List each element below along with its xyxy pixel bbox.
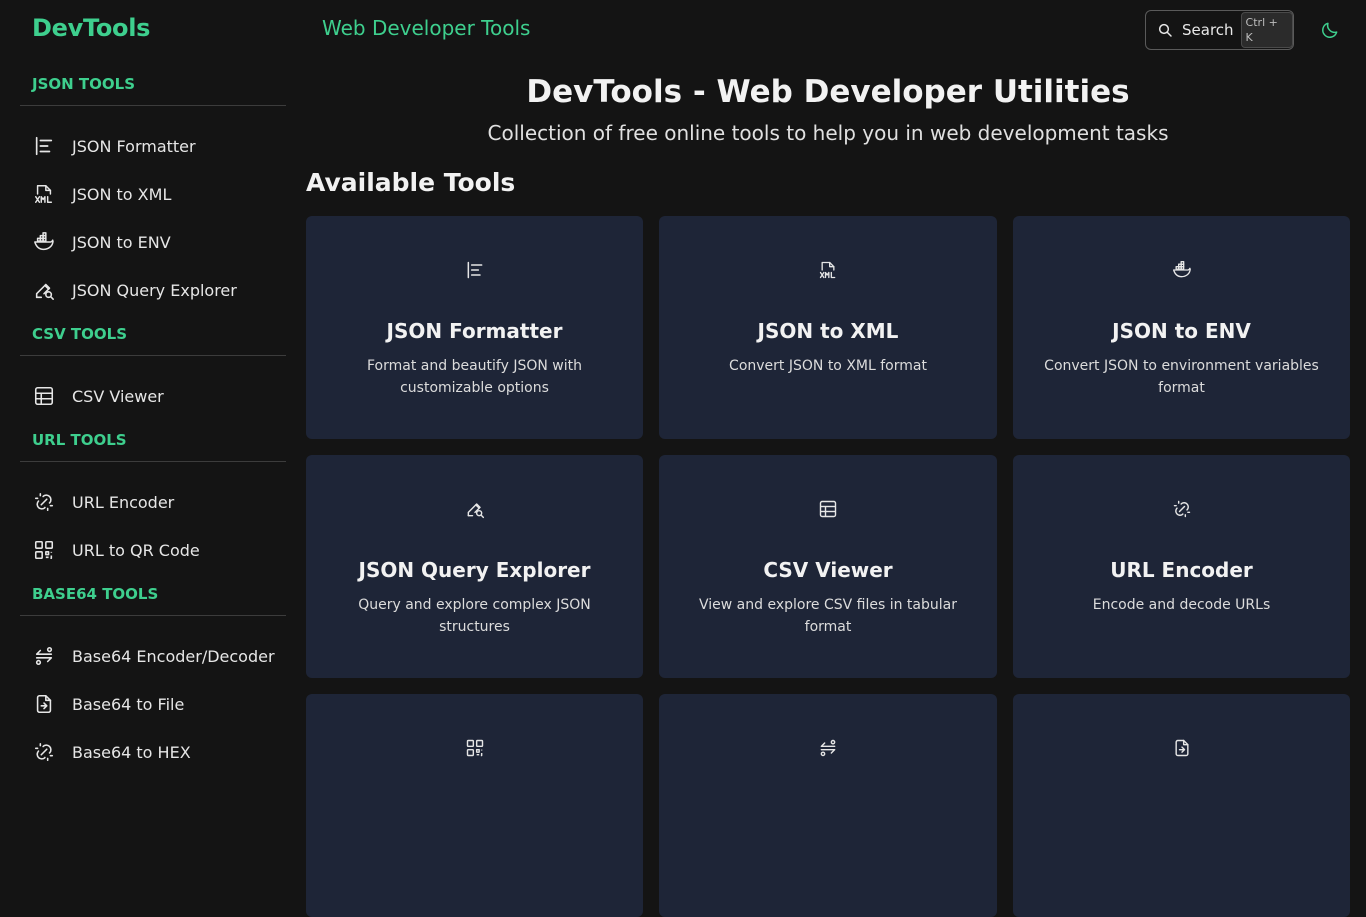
sidebar-item-json-formatter[interactable]: JSON Formatter (20, 122, 286, 170)
sidebar: JSON TOOLS JSON Formatter JSON to XML JSON … (20, 64, 286, 768)
sidebar-item-base64-to-hex[interactable]: Base64 to HEX (20, 728, 286, 768)
link-off-icon (33, 491, 55, 513)
tool-card-description: Convert JSON to environment variables fo… (1044, 358, 1319, 396)
sidebar-item-json-query-explorer[interactable]: JSON Query Explorer (20, 266, 286, 314)
sidebar-item-url-to-qr-code[interactable]: URL to QR Code (20, 526, 286, 574)
tool-card[interactable]: JSON Formatter Format and beautify JSON w… (306, 216, 643, 439)
tool-card-description: Format and beautify JSON with customizab… (367, 358, 582, 396)
link-off-icon (1172, 499, 1192, 519)
tool-card[interactable] (306, 694, 643, 917)
tool-card-description: View and explore CSV files in tabular fo… (699, 597, 957, 635)
tool-card-title: JSON to XML (757, 319, 899, 343)
sidebar-item-base64-encoder-decoder[interactable]: Base64 Encoder/Decoder (20, 632, 286, 680)
tool-card[interactable]: JSON to XML Convert JSON to XML format (659, 216, 997, 439)
table-icon (818, 499, 838, 519)
sidebar-item-label: JSON to XML (72, 184, 172, 204)
search-label: Search (1182, 21, 1234, 39)
sidebar-section-title: URL TOOLS (20, 420, 286, 462)
app-logo[interactable]: DevTools (32, 14, 150, 42)
tool-card[interactable] (1013, 694, 1350, 917)
file-arrow-icon (1172, 738, 1192, 758)
page-subtitle: Collection of free online tools to help … (487, 121, 1169, 145)
swap-icon (818, 738, 838, 758)
sidebar-item-label: Base64 to HEX (72, 742, 191, 762)
tool-card-title: JSON to ENV (1112, 319, 1251, 343)
tools-grid: JSON Formatter Format and beautify JSON w… (306, 216, 1350, 917)
sidebar-item-base64-to-file[interactable]: Base64 to File (20, 680, 286, 728)
swap-icon (33, 645, 55, 667)
pen-search-icon (33, 279, 55, 301)
tool-card[interactable]: JSON to ENV Convert JSON to environment v… (1013, 216, 1350, 439)
sidebar-item-label: Base64 Encoder/Decoder (72, 646, 275, 666)
xml-file-icon (33, 183, 55, 205)
file-arrow-icon (33, 693, 55, 715)
tool-card[interactable]: CSV Viewer View and explore CSV files in … (659, 455, 997, 678)
tool-card-title: JSON Query Explorer (358, 558, 591, 582)
section-title: Available Tools (306, 168, 516, 197)
tool-card-description: Convert JSON to XML format (729, 358, 927, 374)
page-title: DevTools - Web Developer Utilities (526, 74, 1130, 110)
header-title: Web Developer Tools (322, 16, 531, 40)
sidebar-item-csv-viewer[interactable]: CSV Viewer (20, 372, 286, 420)
sidebar-section-title: CSV TOOLS (20, 314, 286, 356)
sidebar-item-url-encoder[interactable]: URL Encoder (20, 478, 286, 526)
theme-toggle-button[interactable] (1320, 20, 1340, 40)
tool-card[interactable] (659, 694, 997, 917)
sidebar-section-title: BASE64 TOOLS (20, 574, 286, 616)
tool-card-title: CSV Viewer (763, 558, 893, 582)
pen-search-icon (465, 499, 485, 519)
tool-card[interactable]: JSON Query Explorer Query and explore com… (306, 455, 643, 678)
docker-icon (33, 231, 55, 253)
sidebar-item-json-to-xml[interactable]: JSON to XML (20, 170, 286, 218)
sidebar-item-label: CSV Viewer (72, 386, 164, 406)
sidebar-item-label: JSON Formatter (72, 136, 196, 156)
sidebar-item-json-to-env[interactable]: JSON to ENV (20, 218, 286, 266)
table-icon (33, 385, 55, 407)
sidebar-item-label: JSON to ENV (72, 232, 171, 252)
sidebar-item-label: URL to QR Code (72, 540, 200, 560)
search-icon (1157, 22, 1173, 38)
tool-card[interactable]: URL Encoder Encode and decode URLs (1013, 455, 1350, 678)
align-left-icon (33, 135, 55, 157)
xml-file-icon (818, 260, 838, 280)
search-button[interactable]: Search Ctrl + K (1145, 10, 1294, 50)
search-shortcut-badge: Ctrl + K (1240, 12, 1293, 48)
sidebar-item-label: JSON Query Explorer (72, 280, 237, 300)
sidebar-item-label: Base64 to File (72, 694, 185, 714)
sidebar-item-label: URL Encoder (72, 492, 175, 512)
qr-code-icon (465, 738, 485, 758)
tool-card-title: URL Encoder (1110, 558, 1253, 582)
qr-code-icon (33, 539, 55, 561)
link-off-icon (33, 741, 55, 763)
align-left-icon (465, 260, 485, 280)
docker-icon (1172, 260, 1192, 280)
tool-card-title: JSON Formatter (386, 319, 563, 343)
tool-card-description: Encode and decode URLs (1092, 597, 1271, 613)
tool-card-description: Query and explore complex JSON structure… (358, 597, 591, 635)
sidebar-section-title: JSON TOOLS (20, 64, 286, 106)
moon-icon (1320, 20, 1340, 40)
